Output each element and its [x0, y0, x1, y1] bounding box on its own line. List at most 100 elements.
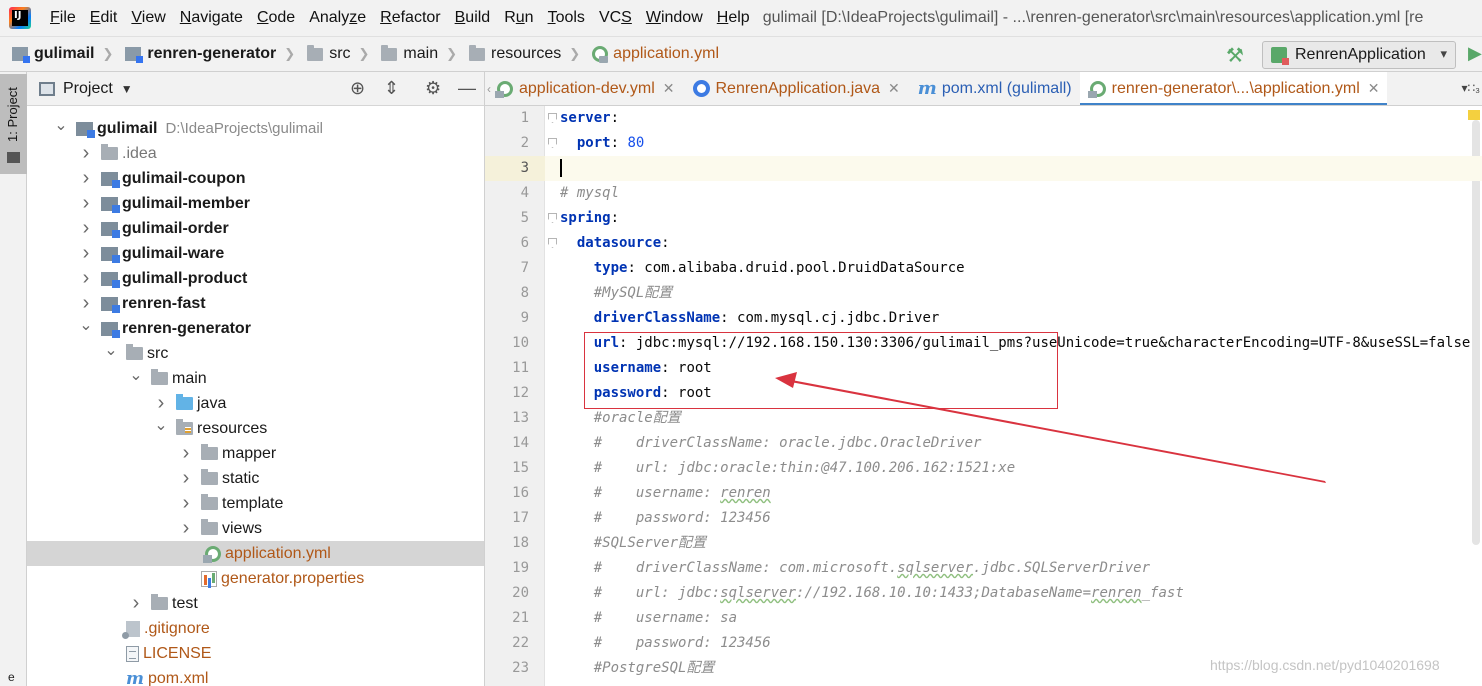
breadcrumb-src[interactable]: src ❯ — [307, 44, 369, 63]
menu-refactor[interactable]: Refactor — [373, 9, 447, 27]
chevron-down-icon[interactable]: ⌄ — [79, 315, 93, 335]
code-line[interactable]: 5 spring: — [485, 206, 1482, 231]
breadcrumb-project[interactable]: gulimail ❯ — [12, 45, 113, 63]
tree-item-gulimail-order[interactable]: › gulimail-order — [27, 216, 484, 241]
chevron-right-icon[interactable]: › — [79, 167, 93, 190]
fold-marker-icon[interactable] — [548, 213, 557, 223]
code-line[interactable]: 19 # driverClassName: com.microsoft.sqls… — [485, 556, 1482, 581]
fold-marker-icon[interactable] — [548, 138, 557, 148]
tree-item-gulimail-coupon[interactable]: › gulimail-coupon — [27, 166, 484, 191]
breadcrumb-resources[interactable]: resources ❯ — [469, 44, 580, 63]
tree-item-pom-xml[interactable]: m pom.xml — [27, 666, 484, 686]
fold-marker-icon[interactable] — [548, 113, 557, 123]
chevron-down-icon[interactable]: ⌄ — [54, 115, 68, 135]
code-line[interactable]: 2 port: 80 — [485, 131, 1482, 156]
menu-window[interactable]: Window — [639, 9, 710, 27]
code-line[interactable]: 8 #MySQL配置 — [485, 281, 1482, 306]
tree-item-application-yml[interactable]: application.yml — [27, 541, 484, 566]
chevron-right-icon[interactable]: › — [79, 267, 93, 290]
chevron-down-icon[interactable]: ▼ — [121, 82, 133, 96]
chevron-right-icon[interactable]: › — [79, 142, 93, 165]
tree-item-renren-fast[interactable]: › renren-fast — [27, 291, 484, 316]
code-line[interactable]: 9 driverClassName: com.mysql.cj.jdbc.Dri… — [485, 306, 1482, 331]
close-icon[interactable]: ✕ — [888, 80, 900, 97]
menu-code[interactable]: Code — [250, 9, 302, 27]
code-line[interactable]: 4 # mysql — [485, 181, 1482, 206]
breadcrumb-module[interactable]: renren-generator ❯ — [125, 45, 295, 63]
chevron-right-icon[interactable]: › — [79, 242, 93, 265]
tree-item-template[interactable]: › template — [27, 491, 484, 516]
locate-target-icon[interactable]: ⊕ — [350, 78, 365, 99]
collapse-all-icon[interactable]: ⇕ — [384, 78, 399, 99]
fold-marker-icon[interactable] — [548, 238, 557, 248]
menu-run[interactable]: Run — [497, 9, 540, 27]
tree-item-mapper[interactable]: › mapper — [27, 441, 484, 466]
code-line[interactable]: 1 server: — [485, 106, 1482, 131]
chevron-right-icon[interactable]: › — [154, 392, 168, 415]
chevron-right-icon[interactable]: › — [79, 192, 93, 215]
menu-view[interactable]: View — [124, 9, 172, 27]
code-line[interactable]: 14 # driverClassName: oracle.jdbc.Oracle… — [485, 431, 1482, 456]
close-icon[interactable]: ✕ — [663, 80, 675, 97]
tree-item-gulimall-product[interactable]: › gulimall-product — [27, 266, 484, 291]
code-line[interactable]: 3 — [485, 156, 1482, 181]
gear-icon[interactable]: ⚙ — [425, 78, 441, 99]
chevron-right-icon[interactable]: › — [79, 292, 93, 315]
code-line[interactable]: 16 # username: renren — [485, 481, 1482, 506]
close-icon[interactable]: ✕ — [1368, 80, 1380, 97]
code-line[interactable]: 11 username: root — [485, 356, 1482, 381]
tree-item-renren-generator[interactable]: ⌄ renren-generator — [27, 315, 484, 341]
menu-vcs[interactable]: VCS — [592, 9, 639, 27]
code-line[interactable]: 21 # username: sa — [485, 606, 1482, 631]
code-line[interactable]: 7 type: com.alibaba.druid.pool.DruidData… — [485, 256, 1482, 281]
menu-navigate[interactable]: Navigate — [173, 9, 250, 27]
breadcrumb-file[interactable]: application.yml — [592, 45, 719, 63]
tree-item-generator-properties[interactable]: generator.properties — [27, 566, 484, 591]
tree-item-views[interactable]: › views — [27, 516, 484, 541]
tree-item-test[interactable]: › test — [27, 591, 484, 616]
tabs-scroll-left-icon[interactable]: ‹ — [487, 82, 491, 96]
tree-item-java[interactable]: › java — [27, 391, 484, 416]
code-line[interactable]: 12 password: root — [485, 381, 1482, 406]
project-tool-window-button[interactable]: 1: Project — [0, 74, 27, 174]
code-line[interactable]: 13 #oracle配置 — [485, 406, 1482, 431]
tree-item-resources[interactable]: ⌄ resources — [27, 415, 484, 441]
menu-edit[interactable]: Edit — [83, 9, 125, 27]
menu-help[interactable]: Help — [710, 9, 757, 27]
tree-item-src[interactable]: ⌄ src — [27, 340, 484, 366]
project-panel-title[interactable]: Project — [63, 80, 113, 98]
tree-item-license[interactable]: LICENSE — [27, 641, 484, 666]
minimize-icon[interactable]: — — [458, 78, 476, 99]
tree-item-idea[interactable]: › .idea — [27, 141, 484, 166]
chevron-right-icon[interactable]: › — [79, 217, 93, 240]
code-line[interactable]: 17 # password: 123456 — [485, 506, 1482, 531]
tree-item-gitignore[interactable]: .gitignore — [27, 616, 484, 641]
editor-tab-3[interactable]: m pom.xml (gulimall) — [908, 72, 1080, 105]
code-line[interactable]: 10 url: jdbc:mysql://192.168.150.130:330… — [485, 331, 1482, 356]
breadcrumb-main[interactable]: main ❯ — [381, 44, 457, 63]
chevron-right-icon[interactable]: › — [179, 517, 193, 540]
code-line[interactable]: 18 #SQLServer配置 — [485, 531, 1482, 556]
chevron-down-icon[interactable]: ⌄ — [154, 415, 168, 435]
chevron-right-icon[interactable]: › — [179, 467, 193, 490]
editor-tab-2[interactable]: RenrenApplication.java ✕ — [683, 72, 908, 105]
chevron-right-icon[interactable]: › — [129, 592, 143, 615]
menu-tools[interactable]: Tools — [541, 9, 592, 27]
tree-item-gulimail-member[interactable]: › gulimail-member — [27, 191, 484, 216]
menu-build[interactable]: Build — [448, 9, 498, 27]
code-editor[interactable]: 1 server: 2 port: 80 3 4 # mysql 5 spring: 6 dat… — [485, 106, 1482, 686]
menu-file[interactable]: File — [43, 9, 83, 27]
editor-tab-4[interactable]: renren-generator\...\application.yml ✕ — [1079, 72, 1388, 105]
tree-item-gulimail-ware[interactable]: › gulimail-ware — [27, 241, 484, 266]
chevron-down-icon[interactable]: ⌄ — [104, 340, 118, 360]
code-line[interactable]: 6 datasource: — [485, 231, 1482, 256]
code-line[interactable]: 22 # password: 123456 — [485, 631, 1482, 656]
run-configuration-select[interactable]: RenrenApplication ▾ — [1262, 41, 1456, 69]
tree-item-gulimail[interactable]: ⌄ gulimail D:\IdeaProjects\gulimail — [27, 115, 484, 141]
tree-item-main[interactable]: ⌄ main — [27, 366, 484, 391]
chevron-right-icon[interactable]: › — [179, 492, 193, 515]
menu-analyze[interactable]: Analyze — [302, 9, 373, 27]
code-line[interactable]: 15 # url: jdbc:oracle:thin:@47.100.206.1… — [485, 456, 1482, 481]
chevron-right-icon[interactable]: › — [179, 442, 193, 465]
code-line[interactable]: 20 # url: jdbc:sqlserver://192.168.10.10… — [485, 581, 1482, 606]
